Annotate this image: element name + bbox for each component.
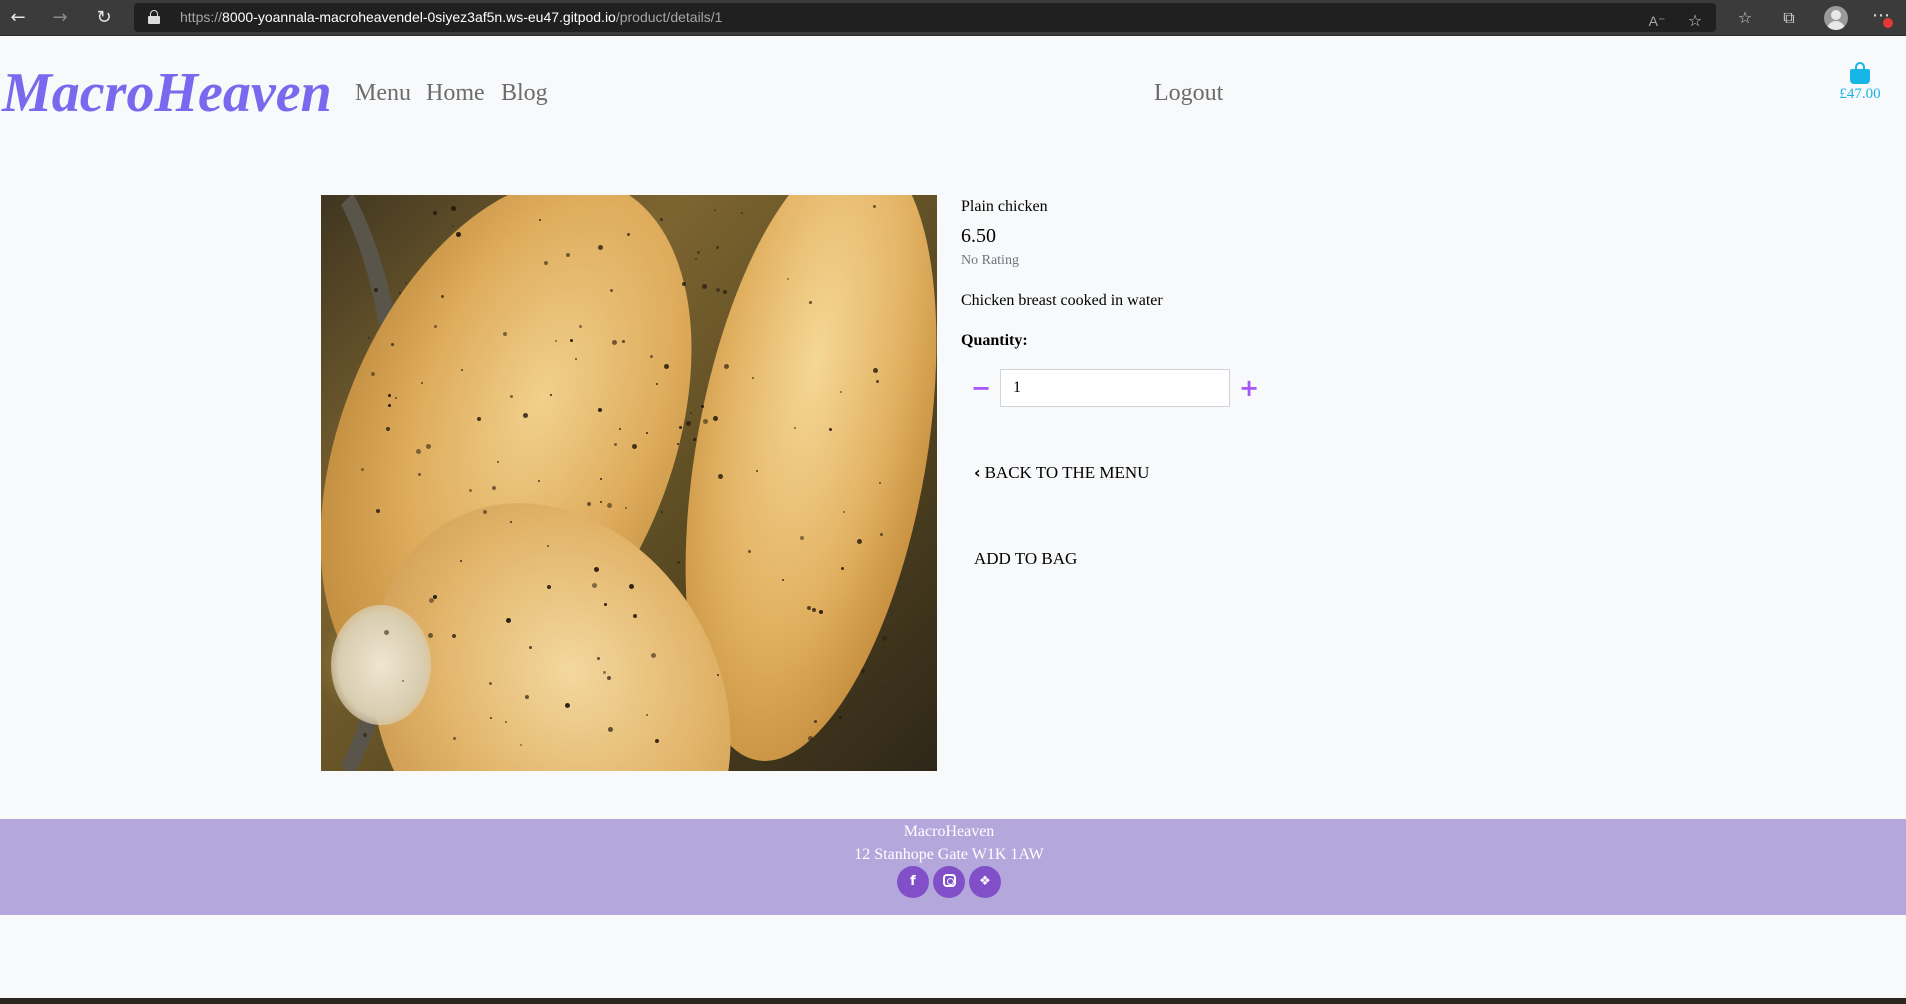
decrement-button[interactable]: −: [964, 373, 998, 403]
url-text: https://8000-yoannala-macroheavendel-0si…: [180, 9, 723, 25]
brand-logo[interactable]: MacroHeaven: [2, 58, 332, 128]
forward-arrow-icon[interactable]: →: [48, 6, 72, 30]
read-aloud-icon[interactable]: A⁻: [1644, 9, 1670, 33]
add-favorite-icon[interactable]: ☆: [1682, 9, 1708, 33]
lock-icon: [148, 10, 160, 24]
chevron-left-icon: ‹: [974, 463, 981, 482]
product-image: [321, 195, 937, 771]
minus-icon: −: [970, 374, 992, 402]
footer: MacroHeaven 12 Stanhope Gate W1K 1AW f ❖: [0, 819, 1906, 915]
nav-home[interactable]: Home: [426, 78, 485, 108]
browser-toolbar: ← → ↻ https://8000-yoannala-macroheavend…: [0, 0, 1906, 36]
add-to-bag-button[interactable]: ADD TO BAG: [974, 547, 1077, 571]
notification-badge: [1883, 18, 1893, 28]
footer-address: 12 Stanhope Gate W1K 1AW: [854, 846, 1044, 863]
logout-link[interactable]: Logout: [1154, 78, 1223, 108]
instagram-icon[interactable]: [933, 866, 965, 898]
nav-menu[interactable]: Menu: [355, 78, 411, 108]
product-description: Chicken breast cooked in water: [961, 292, 1163, 309]
favorites-icon[interactable]: ☆: [1732, 6, 1758, 30]
product-name: Plain chicken: [961, 198, 1048, 215]
facebook-icon[interactable]: f: [897, 866, 929, 898]
plus-icon: +: [1238, 374, 1260, 402]
profile-icon[interactable]: [1824, 6, 1848, 30]
product-price: 6.50: [961, 225, 996, 247]
collections-icon[interactable]: ⧉: [1776, 6, 1802, 30]
back-to-menu-label: BACK TO THE MENU: [984, 463, 1150, 482]
address-bar[interactable]: https://8000-yoannala-macroheavendel-0si…: [134, 3, 1716, 32]
reload-icon[interactable]: ↻: [92, 6, 116, 30]
shopping-bag-link[interactable]: £47.00: [1820, 62, 1900, 103]
quantity-input[interactable]: [1000, 369, 1230, 407]
footer-brand: MacroHeaven: [903, 823, 995, 840]
back-to-menu-link[interactable]: ‹ BACK TO THE MENU: [974, 461, 1149, 485]
twitter-icon[interactable]: ❖: [969, 866, 1001, 898]
product-rating: No Rating: [961, 253, 1019, 268]
taskbar-edge: [0, 998, 1906, 1004]
nav-blog[interactable]: Blog: [501, 78, 548, 108]
back-arrow-icon[interactable]: ←: [6, 6, 30, 30]
increment-button[interactable]: +: [1232, 373, 1266, 403]
bag-total: £47.00: [1839, 86, 1881, 102]
shopping-bag-icon: [1850, 62, 1870, 84]
quantity-label: Quantity:: [961, 332, 1028, 349]
